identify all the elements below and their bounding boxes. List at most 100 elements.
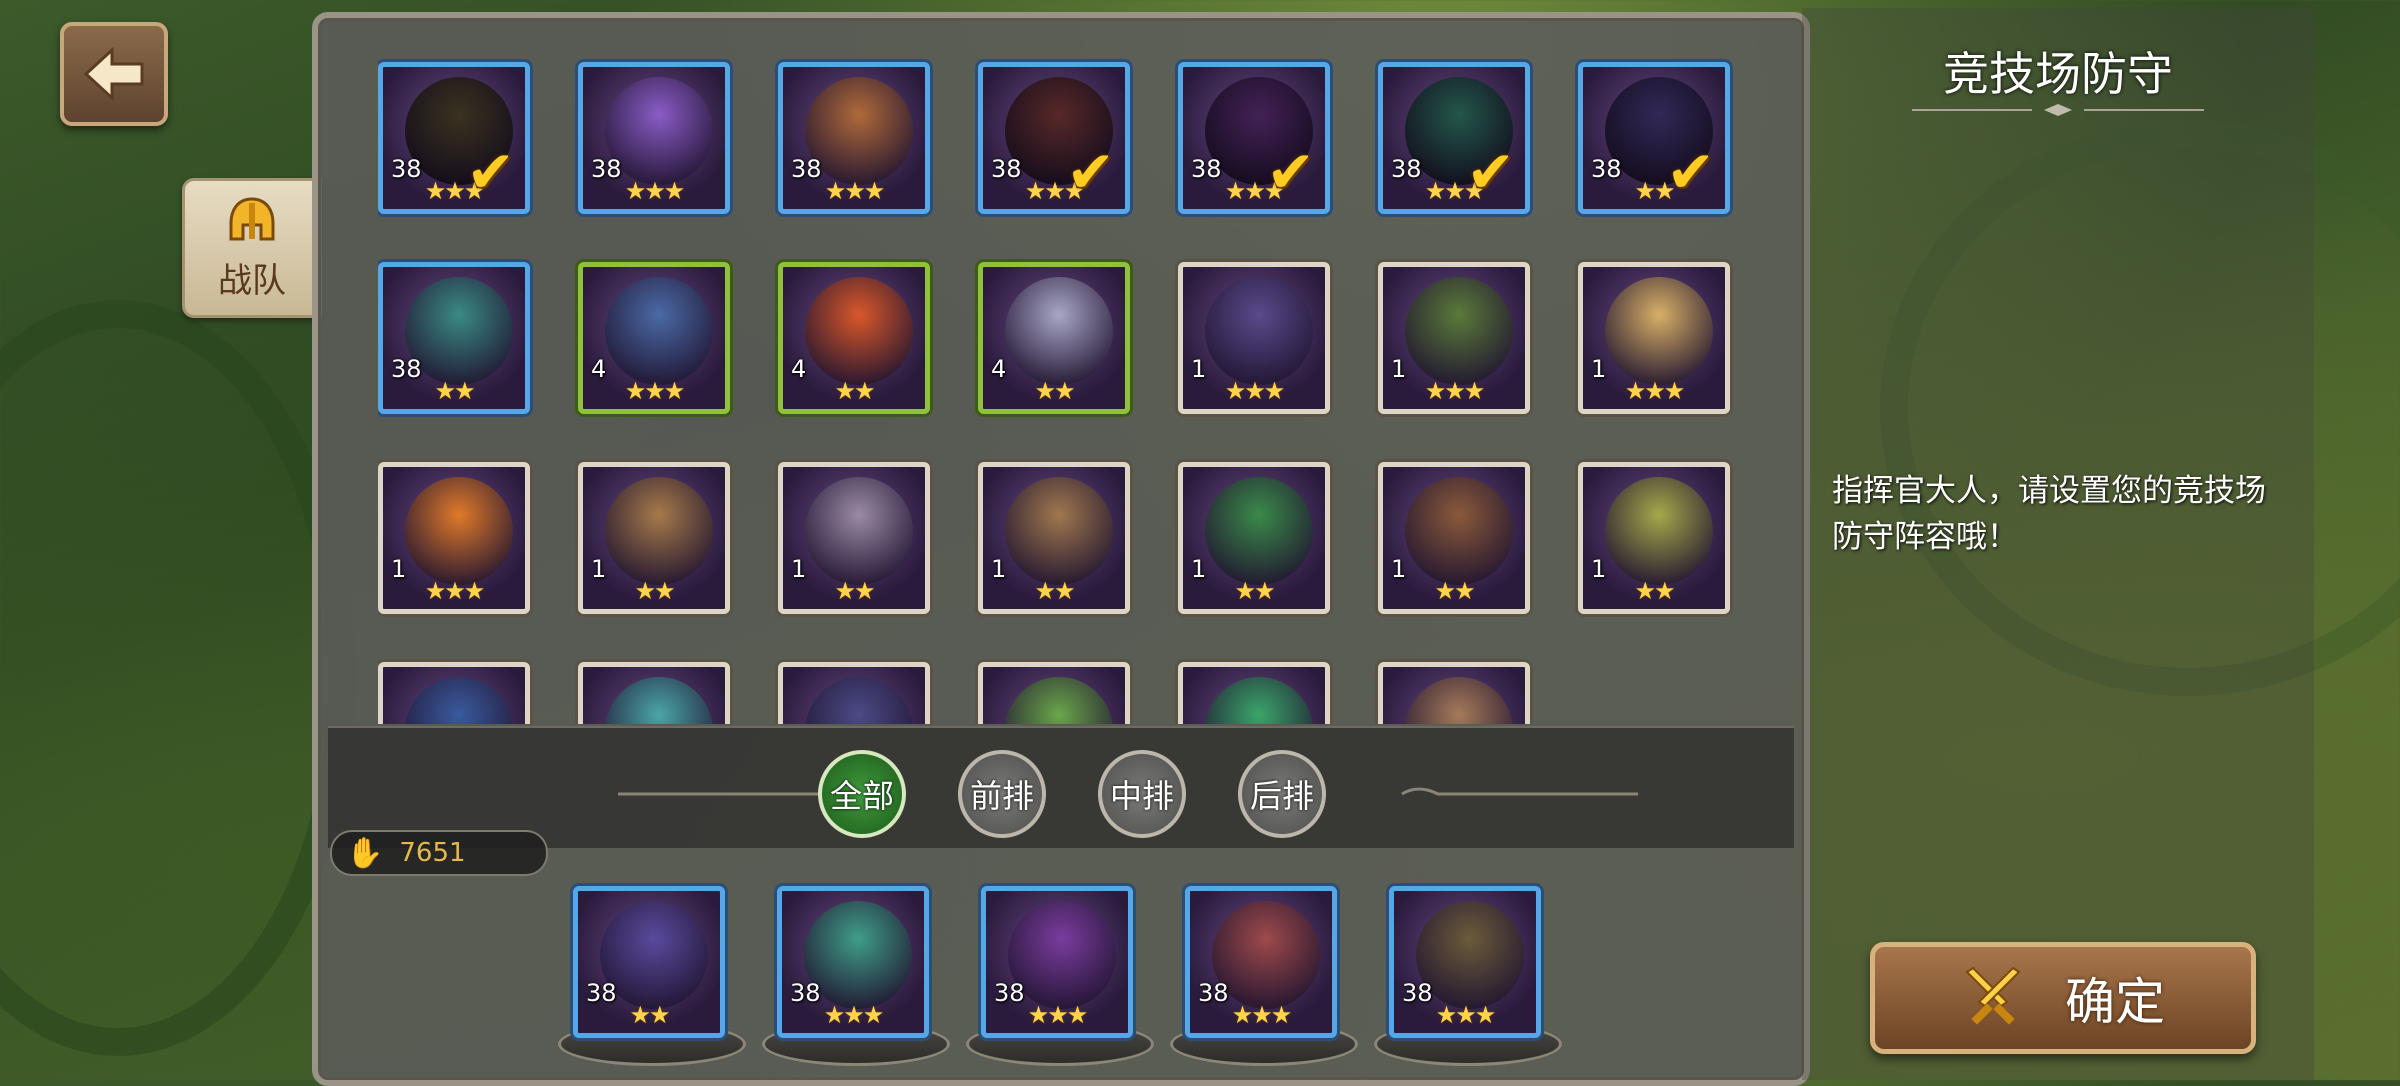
defense-lineup: 38 ★★ 38 ★★★ 38 ★★★ 38 ★★★ 38 ★★★ bbox=[318, 858, 1804, 1080]
hero-stars: ★★ bbox=[1034, 377, 1075, 405]
hero-card[interactable]: 1 ★★ bbox=[578, 462, 730, 614]
hero-portrait bbox=[605, 677, 713, 724]
hero-stars: ★★ bbox=[1034, 577, 1075, 605]
lineup-slot[interactable]: 38 ★★★ bbox=[1170, 886, 1358, 1066]
hero-card[interactable]: 4 ★★ bbox=[978, 262, 1130, 414]
hero-stars: ★★ bbox=[1634, 577, 1675, 605]
back-arrow-icon bbox=[83, 46, 144, 102]
team-tab-label: 战队 bbox=[218, 260, 286, 301]
hero-stars: ★★ bbox=[434, 377, 475, 405]
hero-stars: ★★★ bbox=[1027, 1001, 1089, 1029]
selected-check-icon: ✔ bbox=[1666, 138, 1715, 206]
hero-stars: ★★★ bbox=[1224, 377, 1286, 405]
hero-portrait bbox=[405, 477, 513, 585]
hero-card[interactable]: 1 ★★★ bbox=[1578, 262, 1730, 414]
hero-portrait bbox=[1205, 277, 1313, 385]
hero-stars: ★★ bbox=[1234, 577, 1275, 605]
filter-button[interactable]: 前排 bbox=[958, 750, 1046, 838]
lineup-hero-card[interactable]: 38 ★★★ bbox=[1389, 886, 1541, 1038]
hero-card[interactable] bbox=[778, 662, 930, 724]
hero-stars: ★★★ bbox=[624, 377, 686, 405]
filter-button[interactable]: 中排 bbox=[1098, 750, 1186, 838]
lineup-hero-card[interactable]: 38 ★★★ bbox=[1185, 886, 1337, 1038]
hero-card[interactable]: 38 ★★★ ✔ bbox=[978, 62, 1130, 214]
lineup-hero-card[interactable]: 38 ★★ bbox=[573, 886, 725, 1038]
hero-stars: ★★★ bbox=[823, 1001, 885, 1029]
lineup-slot[interactable]: 38 ★★★ bbox=[1374, 886, 1562, 1066]
filter-button[interactable]: 全部 bbox=[818, 750, 906, 838]
hero-card[interactable]: 38 ★★ ✔ bbox=[1578, 62, 1730, 214]
hero-card[interactable] bbox=[1178, 662, 1330, 724]
confirm-button[interactable]: 确定 bbox=[1870, 942, 2256, 1054]
hero-card[interactable]: 38 ★★★ ✔ bbox=[1378, 62, 1530, 214]
confirm-button-label: 确定 bbox=[2065, 973, 2165, 1031]
hero-card[interactable]: 1 ★★ bbox=[1378, 462, 1530, 614]
hero-card[interactable]: 1 ★★ bbox=[978, 462, 1130, 614]
hero-selection-panel: 38 ★★★ ✔ 38 ★★★ 38 ★★★ 38 ★★★ ✔ 38 ★★★ ✔ 38 ★★★ ✔ 38 ★★ ✔ 3… bbox=[312, 12, 1810, 1086]
hero-stars: ★★ bbox=[634, 577, 675, 605]
hero-stars: ★★★ bbox=[1435, 1001, 1497, 1029]
hero-card[interactable]: 4 ★★ bbox=[778, 262, 930, 414]
hero-portrait bbox=[805, 477, 913, 585]
hero-card[interactable]: 38 ★★★ bbox=[778, 62, 930, 214]
hero-portrait bbox=[605, 477, 713, 585]
hero-card[interactable]: 1 ★★★ bbox=[378, 462, 530, 614]
hero-card[interactable]: 1 ★★★ bbox=[1378, 262, 1530, 414]
background-vine bbox=[0, 300, 356, 1056]
hero-portrait bbox=[1205, 677, 1313, 724]
lineup-hero-card[interactable]: 38 ★★★ bbox=[777, 886, 929, 1038]
hero-portrait bbox=[1205, 477, 1313, 585]
hero-card[interactable]: 38 ★★ bbox=[378, 262, 530, 414]
filter-button[interactable]: 后排 bbox=[1238, 750, 1326, 838]
hero-grid[interactable]: 38 ★★★ ✔ 38 ★★★ 38 ★★★ 38 ★★★ ✔ 38 ★★★ ✔ 38 ★★★ ✔ 38 ★★ ✔ 3… bbox=[378, 48, 1758, 724]
hero-stars: ★★★ bbox=[1624, 377, 1686, 405]
arena-info-panel: 竞技场防守 指挥官大人，请设置您的竞技场防守阵容哦！ bbox=[1802, 8, 2314, 1080]
hero-card[interactable]: 38 ★★★ ✔ bbox=[1178, 62, 1330, 214]
hero-card[interactable]: 1 ★★ bbox=[1178, 462, 1330, 614]
selected-check-icon: ✔ bbox=[1466, 138, 1515, 206]
hero-portrait bbox=[1605, 477, 1713, 585]
back-button[interactable] bbox=[60, 22, 168, 126]
hero-card[interactable]: 4 ★★★ bbox=[578, 262, 730, 414]
hero-portrait bbox=[805, 277, 913, 385]
title-ornament bbox=[1912, 104, 2204, 116]
hero-portrait bbox=[605, 277, 713, 385]
lineup-slot[interactable]: 38 ★★ bbox=[558, 886, 746, 1066]
hero-card[interactable] bbox=[1378, 662, 1530, 724]
hero-portrait bbox=[1005, 477, 1113, 585]
selected-check-icon: ✔ bbox=[1266, 138, 1315, 206]
lineup-hero-card[interactable]: 38 ★★★ bbox=[981, 886, 1133, 1038]
selected-check-icon: ✔ bbox=[1066, 138, 1115, 206]
lineup-slot[interactable]: 38 ★★★ bbox=[762, 886, 950, 1066]
page-title: 竞技场防守 bbox=[1943, 47, 2173, 101]
position-filter-bar: 全部 前排 中排 后排 bbox=[328, 726, 1794, 848]
hero-portrait bbox=[1605, 277, 1713, 385]
filter-ornament-right bbox=[1401, 787, 1638, 796]
hero-stars: ★★★ bbox=[824, 177, 886, 205]
selected-check-icon: ✔ bbox=[466, 138, 515, 206]
hero-card[interactable]: 38 ★★★ bbox=[578, 62, 730, 214]
hero-stars: ★★ bbox=[629, 1001, 670, 1029]
hero-portrait bbox=[1405, 277, 1513, 385]
hero-stars: ★★ bbox=[1434, 577, 1475, 605]
crossed-swords-icon bbox=[1965, 966, 2021, 1025]
hero-stars: ★★ bbox=[834, 377, 875, 405]
hero-portrait bbox=[1405, 477, 1513, 585]
hero-stars: ★★★ bbox=[624, 177, 686, 205]
arena-message: 指挥官大人，请设置您的竞技场防守阵容哦！ bbox=[1832, 473, 2266, 555]
lineup-slot[interactable]: 38 ★★★ bbox=[966, 886, 1154, 1066]
hero-card[interactable] bbox=[978, 662, 1130, 724]
hero-card[interactable]: 38 ★★★ ✔ bbox=[378, 62, 530, 214]
hero-card[interactable] bbox=[578, 662, 730, 724]
hero-card[interactable]: 1 ★★★ bbox=[1178, 262, 1330, 414]
hero-stars: ★★★ bbox=[1231, 1001, 1293, 1029]
team-tab[interactable]: 战队 bbox=[182, 178, 322, 318]
hero-portrait bbox=[1405, 677, 1513, 724]
hero-card[interactable]: 1 ★★ bbox=[1578, 462, 1730, 614]
helmet-icon bbox=[229, 196, 275, 240]
hero-stars: ★★★ bbox=[424, 577, 486, 605]
hero-stars: ★★ bbox=[834, 577, 875, 605]
hero-portrait bbox=[1005, 277, 1113, 385]
hero-card[interactable]: 1 ★★ bbox=[778, 462, 930, 614]
hero-card[interactable] bbox=[378, 662, 530, 724]
